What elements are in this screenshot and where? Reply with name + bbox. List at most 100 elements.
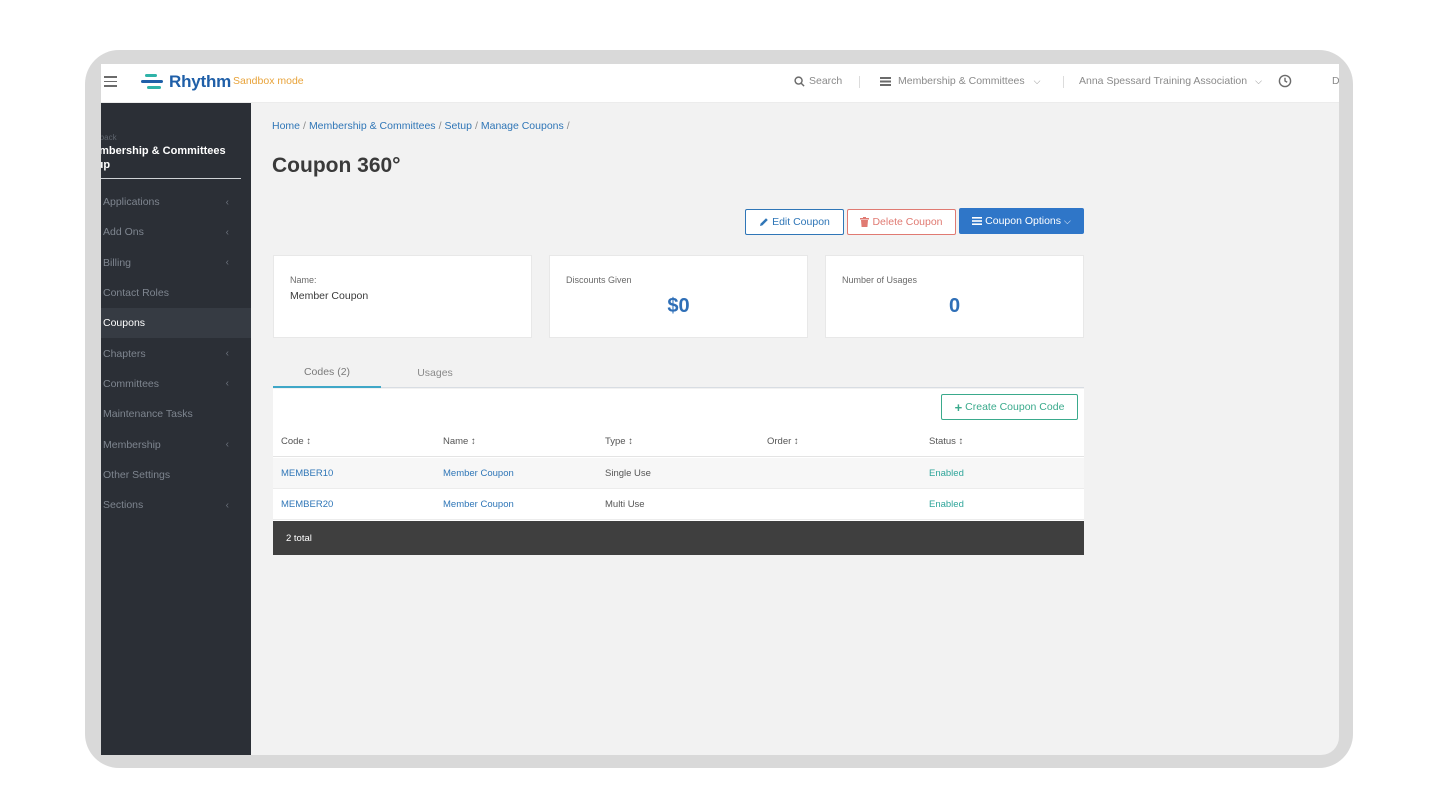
trash-icon bbox=[860, 217, 870, 227]
coupon-options-label: Coupon Options bbox=[985, 215, 1062, 227]
column-header-code[interactable]: Code ↕ bbox=[281, 436, 311, 447]
create-coupon-code-label: Create Coupon Code bbox=[965, 401, 1065, 413]
plus-icon: + bbox=[954, 399, 963, 415]
bars-icon bbox=[972, 217, 983, 225]
codes-panel: + Create Coupon Code Code ↕ Name ↕ Type … bbox=[273, 389, 1084, 555]
module-switcher[interactable]: Membership & Committees ⌵ bbox=[880, 75, 1040, 87]
sidebar-title-line: tup bbox=[101, 159, 111, 171]
app-screen: Rhythm Sandbox mode Search Membership & … bbox=[101, 64, 1339, 755]
delete-coupon-button[interactable]: Delete Coupon bbox=[847, 209, 956, 235]
sidebar-item-label: Committees bbox=[103, 377, 160, 390]
coupon-type: Single Use bbox=[605, 468, 651, 479]
total-count: 2 total bbox=[286, 533, 312, 544]
go-back-link[interactable]: o back bbox=[101, 133, 117, 142]
number-of-usages-card: Number of Usages 0 bbox=[825, 255, 1084, 338]
sidebar-item-billing[interactable]: Billing ‹ bbox=[101, 248, 251, 278]
sidebar-item-label: Contact Roles bbox=[103, 287, 169, 300]
coupon-name-card: Name: Member Coupon bbox=[273, 255, 532, 338]
user-menu[interactable]: D bbox=[1332, 75, 1339, 87]
column-header-order[interactable]: Order ↕ bbox=[767, 436, 799, 447]
hamburger-icon[interactable] bbox=[104, 76, 117, 87]
breadcrumb-link[interactable]: Manage Coupons bbox=[481, 120, 564, 132]
coupon-options-dropdown[interactable]: Coupon Options ⌵ bbox=[959, 208, 1084, 234]
number-of-usages-label: Number of Usages bbox=[842, 275, 918, 285]
sidebar-item-chapters[interactable]: Chapters ‹ bbox=[101, 338, 251, 368]
sidebar-item-applications[interactable]: Applications ‹ bbox=[101, 187, 251, 217]
sidebar-item-maintenance-tasks[interactable]: Maintenance Tasks bbox=[101, 399, 251, 429]
breadcrumb-separator: / bbox=[303, 120, 306, 132]
search-label: Search bbox=[809, 75, 843, 87]
coupon-code-link[interactable]: MEMBER10 bbox=[281, 468, 333, 479]
discounts-given-label: Discounts Given bbox=[566, 275, 632, 285]
number-of-usages-value: 0 bbox=[948, 295, 961, 317]
column-header-type[interactable]: Type ↕ bbox=[605, 436, 633, 447]
sidebar-title: embership & Committees tup bbox=[101, 144, 241, 179]
breadcrumb-link[interactable]: Setup bbox=[444, 120, 471, 132]
clock-icon[interactable] bbox=[1278, 74, 1292, 88]
delete-coupon-label: Delete Coupon bbox=[872, 216, 943, 228]
main-content: Home / Membership & Committees / Setup / Manag… bbox=[251, 103, 1339, 755]
chevron-left-icon: ‹ bbox=[225, 196, 229, 208]
sidebar-item-label: Billing bbox=[103, 256, 132, 269]
breadcrumb-link[interactable]: Home bbox=[272, 120, 300, 132]
brand-name: Rhythm bbox=[169, 72, 232, 91]
breadcrumb-separator: / bbox=[438, 120, 442, 132]
chevron-left-icon: ‹ bbox=[225, 499, 229, 511]
edit-coupon-button[interactable]: Edit Coupon bbox=[745, 209, 844, 235]
organization-label: Anna Spessard Training Association bbox=[1079, 75, 1248, 87]
topbar-divider bbox=[1063, 76, 1064, 88]
chevron-down-icon: ⌵ bbox=[1255, 75, 1262, 86]
discounts-given-card: Discounts Given $0 bbox=[549, 255, 808, 338]
coupon-code-link[interactable]: MEMBER20 bbox=[281, 499, 333, 510]
organization-switcher[interactable]: Anna Spessard Training Association ⌵ bbox=[1079, 75, 1262, 87]
top-bar: Rhythm Sandbox mode Search Membership & … bbox=[101, 64, 1339, 103]
sidebar-title-line: embership & Committees tup bbox=[101, 144, 241, 172]
sidebar-item-other-settings[interactable]: Other Settings bbox=[101, 460, 251, 490]
edit-coupon-label: Edit Coupon bbox=[772, 216, 830, 228]
table-row[interactable]: MEMBER20 Member Coupon Multi Use Enabled bbox=[273, 489, 1084, 520]
chevron-left-icon: ‹ bbox=[225, 439, 229, 451]
pencil-icon bbox=[760, 218, 768, 226]
sidebar-item-contact-roles[interactable]: Contact Roles bbox=[101, 278, 251, 308]
sidebar-item-label: Other Settings bbox=[103, 468, 171, 481]
status-badge: Enabled bbox=[929, 499, 964, 510]
breadcrumb-separator: / bbox=[474, 120, 478, 132]
coupon-name-label: Name: bbox=[290, 275, 317, 285]
topbar-divider bbox=[859, 76, 860, 88]
table-footer: 2 total bbox=[273, 521, 1084, 555]
coupon-tabs: Codes (2) Usages bbox=[273, 358, 1084, 388]
coupon-name-link[interactable]: Member Coupon bbox=[443, 468, 514, 479]
sidebar-item-label: Chapters bbox=[103, 347, 146, 360]
table-row[interactable]: MEMBER10 Member Coupon Single Use Enable… bbox=[273, 458, 1084, 489]
discounts-given-value: $0 bbox=[667, 295, 690, 317]
sidebar: o back embership & Committees tup Applica… bbox=[101, 103, 251, 755]
rhythm-logo-icon bbox=[141, 74, 163, 90]
sidebar-item-label: Maintenance Tasks bbox=[103, 408, 193, 421]
breadcrumb-separator: / bbox=[566, 120, 570, 132]
sidebar-item-add-ons[interactable]: Add Ons ‹ bbox=[101, 217, 251, 247]
sidebar-item-label: Coupons bbox=[103, 317, 146, 330]
search-button[interactable]: Search bbox=[794, 75, 842, 87]
coupon-name-link[interactable]: Member Coupon bbox=[443, 499, 514, 510]
sidebar-item-label: Add Ons bbox=[103, 226, 144, 239]
brand-logo[interactable]: Rhythm bbox=[141, 72, 231, 92]
coupon-name-value: Member Coupon bbox=[290, 290, 369, 302]
chevron-left-icon: ‹ bbox=[225, 257, 229, 269]
tab-codes[interactable]: Codes (2) bbox=[273, 358, 381, 388]
chevron-left-icon: ‹ bbox=[225, 226, 229, 238]
sidebar-item-committees[interactable]: Committees ‹ bbox=[101, 369, 251, 399]
column-header-name[interactable]: Name ↕ bbox=[443, 436, 476, 447]
chevron-left-icon: ‹ bbox=[225, 378, 229, 390]
page-title: Coupon 360° bbox=[272, 154, 401, 177]
sidebar-item-coupons[interactable]: Coupons bbox=[101, 308, 251, 339]
create-coupon-code-button[interactable]: + Create Coupon Code bbox=[941, 394, 1078, 420]
sidebar-item-membership[interactable]: Membership ‹ bbox=[101, 429, 251, 459]
column-header-status[interactable]: Status ↕ bbox=[929, 436, 963, 447]
sandbox-mode-label: Sandbox mode bbox=[233, 75, 304, 87]
tab-usages[interactable]: Usages bbox=[381, 358, 489, 388]
coupon-type: Multi Use bbox=[605, 499, 645, 510]
sidebar-item-label: Sections bbox=[103, 499, 144, 512]
breadcrumb-link[interactable]: Membership & Committees bbox=[309, 120, 436, 132]
sidebar-item-sections[interactable]: Sections ‹ bbox=[101, 490, 251, 520]
module-label: Membership & Committees bbox=[898, 75, 1025, 87]
